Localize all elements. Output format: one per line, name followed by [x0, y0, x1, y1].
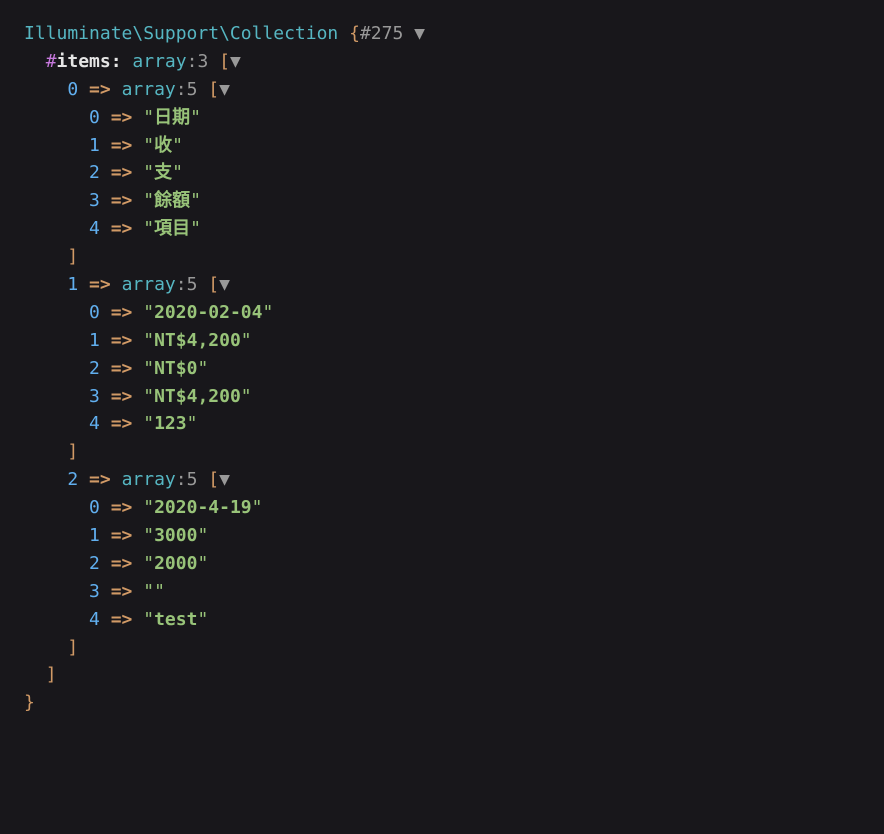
array-item: 4 => "test": [24, 606, 860, 634]
close-bracket: ]: [24, 243, 860, 271]
close-brace: }: [24, 689, 860, 717]
array-item: 0 => "2020-4-19": [24, 494, 860, 522]
array-item: 2 => "2000": [24, 550, 860, 578]
array-item: 2 => "支": [24, 159, 860, 187]
array-item: 1 => "收": [24, 132, 860, 160]
open-brace: {: [349, 23, 360, 44]
chevron-down-icon[interactable]: ▼: [230, 51, 241, 72]
array-row-header: 2 => array:5 [▼: [24, 466, 860, 494]
items-property: #items: array:3 [▼: [24, 48, 860, 76]
array-index: 1: [67, 274, 78, 295]
array-item: 3 => "NT$4,200": [24, 383, 860, 411]
property-name: items: [57, 51, 111, 72]
array-item: 0 => "日期": [24, 104, 860, 132]
array-item: 0 => "2020-02-04": [24, 299, 860, 327]
open-bracket: [: [219, 51, 230, 72]
close-bracket: ]: [24, 438, 860, 466]
array-item: 2 => "NT$0": [24, 355, 860, 383]
array-item: 1 => "NT$4,200": [24, 327, 860, 355]
close-bracket: ]: [24, 661, 860, 689]
class-name: Illuminate\Support\Collection: [24, 23, 338, 44]
array-index: 2: [67, 469, 78, 490]
visibility-marker: #: [46, 51, 57, 72]
array-item: 3 => "餘額": [24, 187, 860, 215]
array-item: 1 => "3000": [24, 522, 860, 550]
array-item: 4 => "123": [24, 410, 860, 438]
array-item: 3 => "": [24, 578, 860, 606]
array-item: 4 => "項目": [24, 215, 860, 243]
dump-output: Illuminate\Support\Collection {#275 ▼ #i…: [24, 20, 860, 717]
array-row-header: 1 => array:5 [▼: [24, 271, 860, 299]
chevron-down-icon[interactable]: ▼: [219, 79, 230, 100]
chevron-down-icon[interactable]: ▼: [219, 274, 230, 295]
type-label: array: [132, 51, 186, 72]
chevron-down-icon[interactable]: ▼: [219, 469, 230, 490]
close-bracket: ]: [24, 634, 860, 662]
array-row-header: 0 => array:5 [▼: [24, 76, 860, 104]
class-header: Illuminate\Support\Collection {#275 ▼: [24, 20, 860, 48]
chevron-down-icon[interactable]: ▼: [414, 23, 425, 44]
array-count: 3: [197, 51, 208, 72]
array-index: 0: [67, 79, 78, 100]
object-id: #275: [360, 23, 403, 44]
